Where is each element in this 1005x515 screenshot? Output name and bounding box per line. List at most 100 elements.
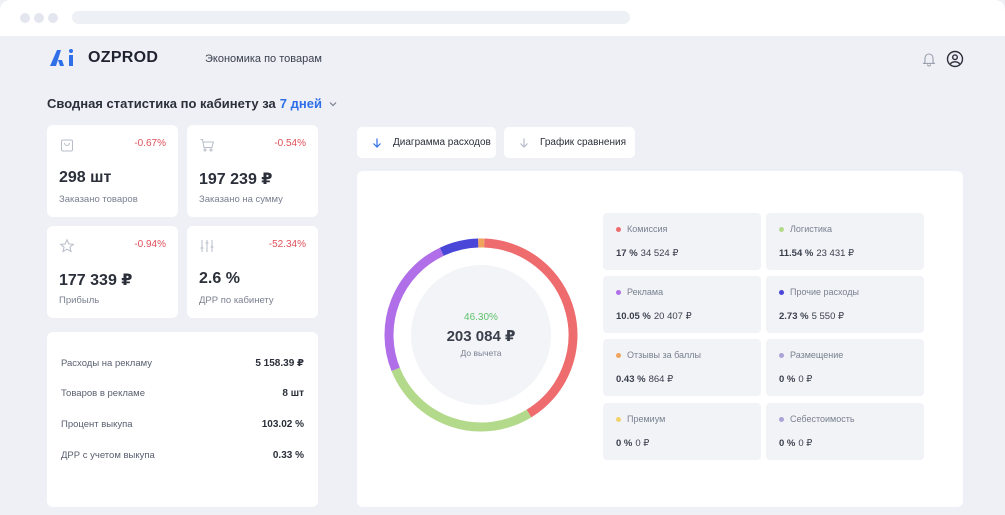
legend-name: Логистика [779,224,832,234]
user-icon[interactable] [946,50,964,68]
stat-card-drr: -52.34% 2.6 % ДРР по кабинету [187,226,318,318]
legend-item-placement: Размещение 0 % 0 ₽ [766,339,924,396]
legend-amount: 0.43 % 864 ₽ [616,374,673,385]
legend-name: Себестоимость [779,414,855,424]
legend-sum: 20 407 ₽ [653,311,692,322]
logo-icon [50,49,73,66]
window-dot [34,13,44,23]
period-selector[interactable]: 7 дней [280,96,322,111]
detail-row: Расходы на рекламу 5 158.39 ₽ [61,358,304,369]
legend-name: Отзывы за баллы [616,350,701,360]
legend-swatch [616,352,621,358]
legend-item-advertising: Реклама 10.05 % 20 407 ₽ [603,276,761,333]
detail-row: Товаров в рекламе 8 шт [61,388,304,399]
page-title-text: Сводная статистика по кабинету за [47,96,276,111]
legend-swatch [779,289,784,295]
donut-center-total: 203 084 ₽ [446,328,516,345]
stat-value: 2.6 % [199,270,240,287]
tab-expense-chart[interactable]: Диаграмма расходов [357,127,496,158]
legend-percent: 17 % [616,248,638,259]
stat-change: -52.34% [268,239,306,250]
stat-change: -0.94% [134,239,166,250]
legend-item-reviews: Отзывы за баллы 0.43 % 864 ₽ [603,339,761,396]
bag-icon [61,139,73,152]
donut-slice[interactable] [439,238,479,256]
stat-card-order-sum: -0.54% 197 239 ₽ Заказано на сумму [187,125,318,217]
legend-percent: 0 % [779,438,796,449]
stat-label: Заказано на сумму [199,194,283,205]
legend-amount: 0 % 0 ₽ [779,374,812,385]
legend-label: Премиум [627,414,666,424]
legend-sum: 5 550 ₽ [811,311,845,322]
detail-label: ДРР с учетом выкупа [61,450,155,461]
legend-sum: 0 ₽ [635,438,650,449]
legend-percent: 0 % [779,374,796,385]
legend-sum: 23 431 ₽ [816,248,855,259]
detail-label: Процент выкупа [61,419,133,430]
tab-label: График сравнения [540,137,626,148]
legend-sum: 864 ₽ [648,374,674,385]
tab-label: Диаграмма расходов [393,137,491,148]
legend-label: Себестоимость [790,414,855,424]
detail-value: 0.33 % [272,450,304,461]
stat-label: Прибыль [59,295,100,306]
legend-sum: 34 524 ₽ [640,248,679,259]
stat-change: -0.67% [134,138,166,149]
detail-value: 103.02 % [261,419,304,430]
legend-name: Премиум [616,414,665,424]
window-dot [48,13,58,23]
detail-label: Товаров в рекламе [61,388,145,399]
browser-chrome [0,0,1005,36]
arrow-down-icon [520,138,528,148]
legend-label: Реклама [627,287,664,297]
legend-percent: 2.73 % [779,311,809,322]
legend-item-logistics: Логистика 11.54 % 23 431 ₽ [766,213,924,270]
legend-amount: 11.54 % 23 431 ₽ [779,248,854,259]
expense-chart-card: 46.30% 203 084 ₽ До вычета Комиссия 17 %… [357,171,963,507]
legend-label: Комиссия [627,224,668,234]
legend-percent: 11.54 % [779,248,814,259]
stat-value: 177 339 ₽ [59,272,133,289]
legend-label: Прочие расходы [790,287,859,297]
bell-icon[interactable] [921,51,937,67]
legend-name: Комиссия [616,224,667,234]
cart-icon [200,139,214,152]
detail-row: ДРР с учетом выкупа 0.33 % [61,450,304,461]
detail-row: Процент выкупа 103.02 % [61,419,304,430]
brand-logo[interactable]: OZPROD [48,48,158,68]
stat-change: -0.54% [274,138,306,149]
legend-sum: 0 ₽ [798,438,813,449]
legend-percent: 10.05 % [616,311,651,322]
donut-center-caption: До вычета [460,348,502,358]
stat-value: 197 239 ₽ [199,171,273,188]
stat-card-profit: -0.94% 177 339 ₽ Прибыль [47,226,178,318]
brand-name: OZPROD [88,49,159,66]
page-title: Сводная статистика по кабинету за 7 дней [47,96,338,111]
legend-item-other-expenses: Прочие расходы 2.73 % 5 550 ₽ [766,276,924,333]
legend-name: Прочие расходы [779,287,859,297]
legend-name: Реклама [616,287,663,297]
stat-card-orders: -0.67% 298 шт Заказано товаров [47,125,178,217]
donut-center-percent: 46.30% [464,312,498,323]
legend-label: Логистика [790,224,833,234]
star-icon [59,238,75,253]
tab-comparison-chart[interactable]: График сравнения [504,127,635,158]
legend-amount: 2.73 % 5 550 ₽ [779,311,844,322]
legend-label: Размещение [790,350,844,360]
nav-link-product-economics[interactable]: Экономика по товарам [205,53,322,65]
legend-sum: 0 ₽ [798,374,813,385]
legend-item-commission: Комиссия 17 % 34 524 ₽ [603,213,761,270]
stat-value: 298 шт [59,169,112,186]
legend-percent: 0.43 % [616,374,646,385]
legend-swatch [779,352,784,358]
legend-percent: 0 % [616,438,633,449]
legend-amount: 17 % 34 524 ₽ [616,248,678,259]
chevron-down-icon[interactable] [328,99,338,109]
stat-label: Заказано товаров [59,194,138,205]
legend-amount: 0 % 0 ₽ [779,438,812,449]
detail-label: Расходы на рекламу [61,358,152,369]
legend-swatch [616,226,621,232]
legend-swatch [616,416,621,422]
address-bar[interactable] [72,11,630,24]
legend-label: Отзывы за баллы [627,350,702,360]
